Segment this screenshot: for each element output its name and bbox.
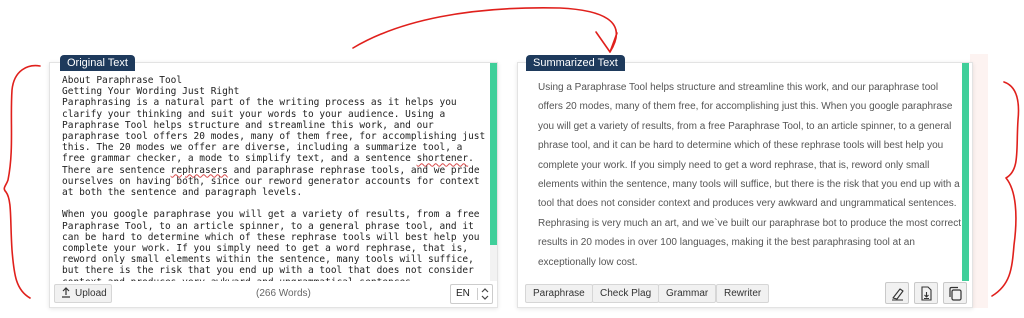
spell-flag-shortener[interactable]: shortener [417, 153, 468, 164]
original-text-area[interactable]: About Paraphrase Tool Getting Your Wordi… [62, 75, 488, 281]
annotation-brace-right [991, 81, 1020, 297]
original-text-label: Original Text [60, 55, 135, 71]
original-scrollbar[interactable] [490, 63, 497, 281]
original-scrollbar-thumb[interactable] [490, 63, 497, 245]
eraser-icon [892, 288, 904, 301]
clear-button[interactable] [885, 282, 909, 304]
annotation-brace-left [3, 64, 41, 299]
original-paragraph-2: When you google paraphrase you will get … [62, 209, 480, 281]
original-line: About Paraphrase Tool [62, 75, 183, 86]
upload-icon [62, 287, 70, 298]
summarized-text-label: Summarized Text [526, 55, 625, 71]
upload-button[interactable]: Upload [54, 284, 112, 303]
paraphrase-button[interactable]: Paraphrase [525, 284, 593, 303]
summarized-text-panel: Summarized Text Using a Paraphrase Tool … [517, 55, 973, 308]
rewriter-button[interactable]: Rewriter [716, 284, 770, 303]
summary-scrollbar-thumb[interactable] [962, 63, 969, 281]
summary-output: Using a Paraphrase Tool helps structure … [538, 82, 961, 268]
grammar-button[interactable]: Grammar [658, 284, 717, 303]
annotation-arrow-line [352, 7, 617, 53]
copy-icon [949, 286, 962, 301]
original-line: Getting Your Wording Just Right [62, 86, 240, 98]
check-plag-button[interactable]: Check Plag [592, 284, 660, 303]
copy-button[interactable] [943, 282, 967, 304]
language-value: EN [456, 288, 470, 299]
download-icon [921, 286, 932, 301]
language-divider [477, 288, 478, 300]
upload-label: Upload [75, 288, 107, 299]
word-count: (266 Words) [256, 288, 311, 299]
chevron-updown-icon[interactable] [479, 286, 491, 302]
language-select[interactable]: EN [450, 284, 493, 304]
summary-scrollbar[interactable] [962, 63, 969, 281]
spell-flag-rephrasers[interactable]: rephrasers [171, 165, 228, 176]
annotation-arrowhead [595, 31, 618, 53]
download-button[interactable] [914, 282, 938, 304]
original-text-panel: Original Text About Paraphrase Tool Gett… [49, 55, 498, 308]
